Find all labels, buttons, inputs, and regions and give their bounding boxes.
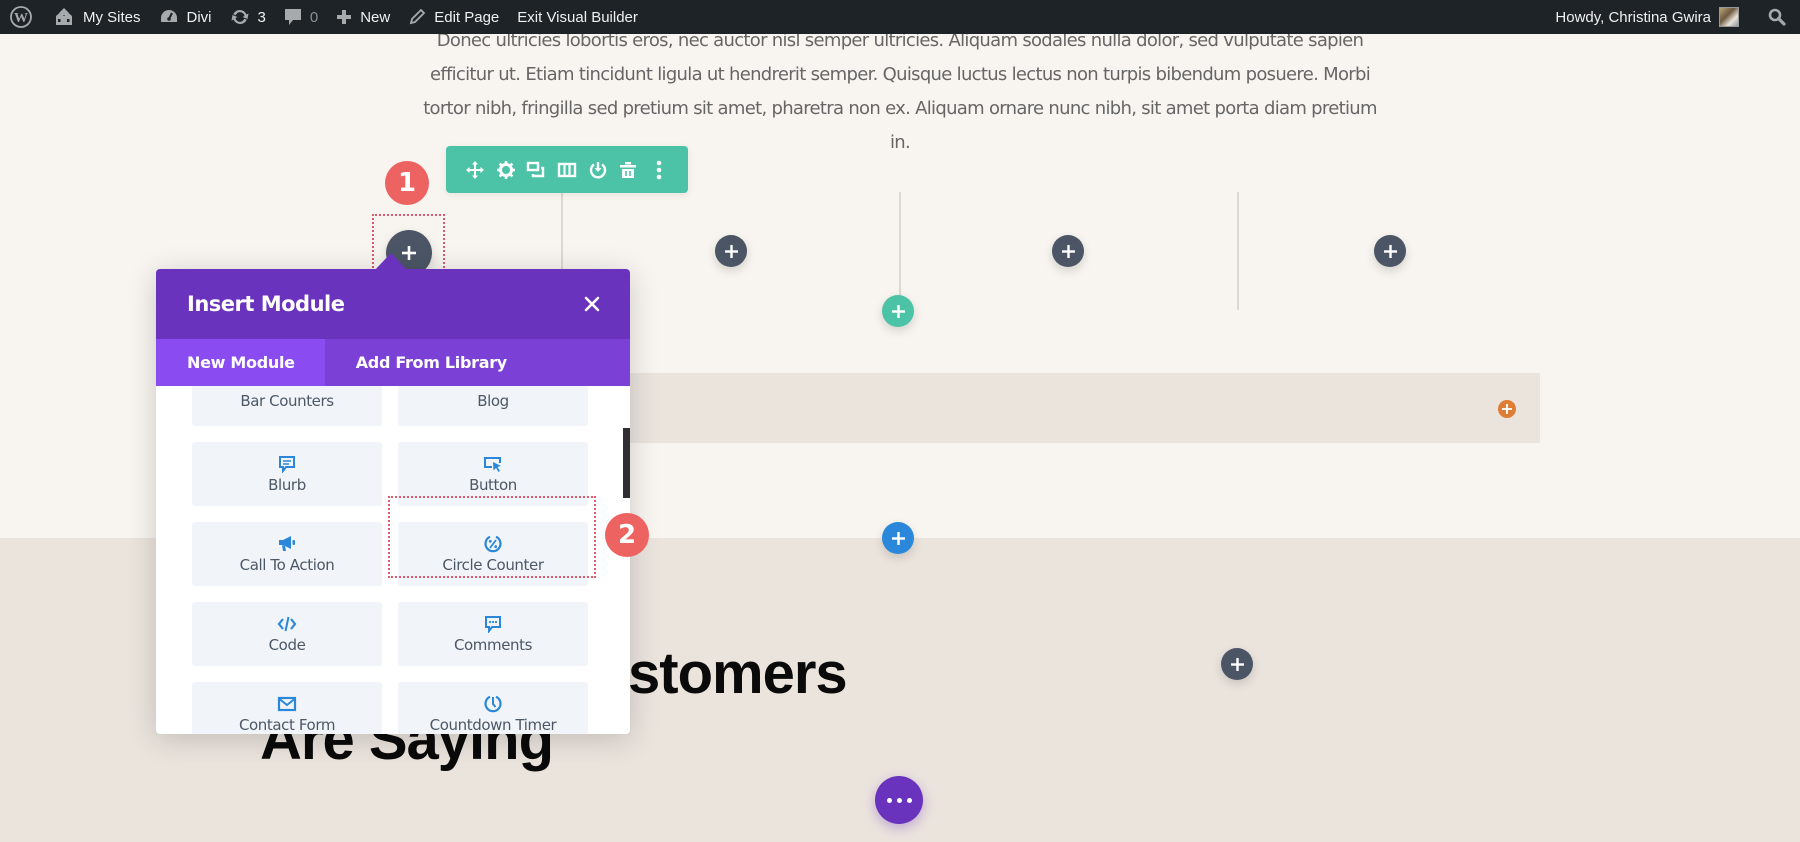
search-button[interactable] (1748, 0, 1800, 34)
updates-menu[interactable]: 3 (221, 0, 275, 34)
my-sites-icon (53, 7, 75, 27)
add-row-button[interactable] (882, 295, 914, 327)
close-icon (584, 296, 600, 312)
module-countdown-timer[interactable]: Countdown Timer (398, 682, 588, 734)
button-icon (483, 454, 503, 474)
wordpress-icon: W (10, 6, 32, 28)
countdown-timer-icon (483, 694, 503, 714)
add-module-button-col3[interactable] (1052, 235, 1084, 267)
search-icon (1768, 8, 1786, 26)
page-settings-more-button[interactable] (875, 776, 923, 824)
section-heading-line1: stomers (628, 641, 848, 706)
empty-row-band (540, 373, 1540, 443)
step-badge-1: 1 (385, 161, 429, 205)
comments-icon (484, 614, 502, 634)
module-label: Bar Counters (240, 392, 334, 410)
highlight-box-circle-counter (388, 496, 596, 578)
tab-add-from-library[interactable]: Add From Library (325, 339, 538, 386)
updates-refresh-icon (230, 7, 250, 27)
plus-icon (1230, 657, 1244, 671)
plus-icon (1502, 404, 1512, 414)
dot-icon (886, 797, 892, 803)
text-module: Donec ultricies lobortis eros, nec aucto… (0, 34, 1800, 164)
save-to-library-icon[interactable] (587, 159, 609, 181)
more-options-icon[interactable] (648, 159, 670, 181)
module-bar-counters[interactable]: Bar Counters (192, 386, 382, 426)
column-divider (1237, 192, 1239, 310)
modal-tabs: New Module Add From Library (156, 339, 630, 386)
add-module-button-col4[interactable] (1374, 235, 1406, 267)
account-menu[interactable]: Howdy, Christina Gwira (1546, 0, 1748, 34)
plus-icon (891, 531, 905, 545)
row-settings-toolbar (446, 146, 688, 193)
wp-admin-bar: W My Sites Divi 3 0 New Edit Page Exit V… (0, 0, 1800, 34)
comment-bubble-icon (284, 7, 302, 27)
add-module-button-bottom[interactable] (1221, 648, 1253, 680)
divi-menu[interactable]: Divi (150, 0, 221, 34)
blurb-icon (278, 454, 296, 474)
add-section-button[interactable] (882, 522, 914, 554)
modal-pointer-arrow (374, 253, 408, 271)
module-label: Blog (477, 392, 509, 410)
plus-icon (891, 304, 905, 318)
plus-icon (336, 9, 352, 25)
module-label: Countdown Timer (429, 716, 557, 734)
plus-icon (724, 244, 738, 258)
add-module-button-col2[interactable] (715, 235, 747, 267)
module-label: Blurb (268, 476, 306, 494)
dot-icon (906, 797, 912, 803)
wordpress-logo-button[interactable]: W (0, 0, 44, 34)
modal-header: Insert Module (156, 269, 630, 339)
plus-icon (1061, 244, 1075, 258)
edit-page-link[interactable]: Edit Page (399, 0, 508, 34)
my-sites-menu[interactable]: My Sites (44, 0, 150, 34)
module-label: Call To Action (239, 556, 335, 574)
module-comments[interactable]: Comments (398, 602, 588, 666)
step-badge-2: 2 (605, 513, 649, 557)
module-label: Code (268, 636, 306, 654)
column-divider (899, 192, 901, 310)
modal-title: Insert Module (187, 292, 345, 316)
module-call-to-action[interactable]: Call To Action (192, 522, 382, 586)
my-sites-label: My Sites (83, 8, 141, 26)
plus-icon (1383, 244, 1397, 258)
exit-visual-builder-label: Exit Visual Builder (517, 8, 638, 26)
svg-text:W: W (14, 11, 28, 26)
new-content-menu[interactable]: New (327, 0, 399, 34)
pencil-icon (408, 8, 426, 26)
edit-page-label: Edit Page (434, 8, 500, 26)
updates-count: 3 (257, 8, 266, 26)
body-paragraph: Donec ultricies lobortis eros, nec aucto… (423, 34, 1377, 153)
module-blurb[interactable]: Blurb (192, 442, 382, 506)
tab-new-module[interactable]: New Module (156, 339, 325, 386)
exit-visual-builder-link[interactable]: Exit Visual Builder (508, 0, 647, 34)
module-label: Button (469, 476, 517, 494)
contact-form-envelope-icon (277, 694, 297, 714)
add-row-button-orange[interactable] (1498, 400, 1516, 418)
dot-icon (896, 797, 902, 803)
comments-count: 0 (309, 8, 319, 26)
columns-icon[interactable] (556, 159, 578, 181)
delete-trash-icon[interactable] (617, 159, 639, 181)
column-divider (561, 192, 563, 272)
modal-scrollbar[interactable] (623, 428, 630, 498)
dashboard-gauge-icon (159, 8, 179, 26)
module-blog[interactable]: Blog (398, 386, 588, 426)
call-to-action-megaphone-icon (277, 534, 297, 554)
user-avatar (1719, 7, 1739, 27)
move-icon[interactable] (464, 159, 486, 181)
divi-label: Divi (186, 8, 212, 26)
new-label: New (360, 8, 391, 26)
duplicate-icon[interactable] (525, 159, 547, 181)
greeting-label: Howdy, Christina Gwira (1555, 8, 1711, 26)
module-code[interactable]: Code (192, 602, 382, 666)
module-label: Contact Form (238, 716, 336, 734)
comments-menu[interactable]: 0 (275, 0, 327, 34)
close-button[interactable] (584, 296, 600, 312)
settings-gear-icon[interactable] (495, 159, 517, 181)
module-contact-form[interactable]: Contact Form (192, 682, 382, 734)
module-label: Comments (453, 636, 533, 654)
code-icon (277, 614, 297, 634)
